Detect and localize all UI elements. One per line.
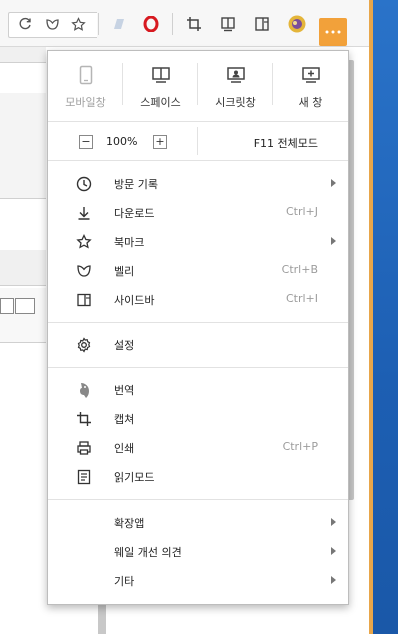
menu-item-more[interactable]: 기타	[48, 568, 348, 594]
page-bar	[0, 250, 46, 286]
divider	[48, 322, 348, 323]
menu-item-label: 캡쳐	[114, 413, 135, 426]
secret-window-button[interactable]: 시크릿창	[198, 51, 273, 119]
gear-icon	[75, 336, 93, 354]
shortcut-label: Ctrl+J	[285, 205, 318, 218]
clock-icon	[75, 175, 93, 193]
shortcut-label: Ctrl+I	[285, 292, 318, 305]
menu-item-reading-mode[interactable]: 읽기모드	[48, 464, 348, 490]
valley-add-icon[interactable]	[43, 15, 61, 33]
zoom-level: 100%	[106, 135, 138, 148]
menu-item-label: 확장앱	[114, 517, 145, 530]
translate-icon	[75, 381, 93, 399]
menu-item-label: 사이드바	[114, 294, 155, 307]
secret-window-icon	[225, 64, 247, 86]
mobile-window-button[interactable]: 모바일창	[48, 51, 123, 119]
submenu-arrow-icon	[331, 547, 336, 555]
divider	[48, 367, 348, 368]
shortcut-label: Ctrl+B	[281, 263, 318, 276]
menu-item-translate[interactable]: 번역	[48, 377, 348, 403]
main-menu: 모바일창 스페이스 시크릿창 새 창 − 100% + F11 전체모드 방문 …	[47, 50, 349, 605]
extension-icon[interactable]	[110, 15, 128, 33]
star-icon	[75, 233, 93, 251]
secret-window-label: 시크릿창	[215, 96, 256, 109]
submenu-arrow-icon	[331, 237, 336, 245]
submenu-arrow-icon	[331, 179, 336, 187]
page-panel	[0, 93, 46, 199]
menu-item-label: 기타	[114, 575, 135, 588]
divider	[272, 63, 273, 105]
crop-icon[interactable]	[185, 15, 203, 33]
reading-mode-icon	[75, 468, 93, 486]
zoom-in-button[interactable]: +	[153, 135, 167, 149]
new-window-button[interactable]: 새 창	[273, 51, 348, 119]
outdent-icon[interactable]	[15, 298, 35, 314]
reload-icon[interactable]	[16, 15, 34, 33]
page-scrollbar[interactable]	[98, 600, 106, 634]
quick-actions: 모바일창 스페이스 시크릿창 새 창	[48, 51, 348, 119]
print-icon	[75, 439, 93, 457]
menu-item-label: 북마크	[114, 236, 145, 249]
toolbar-divider	[98, 13, 99, 35]
capture-icon	[75, 410, 93, 428]
desktop-background	[369, 0, 398, 634]
toolbar-divider	[172, 13, 173, 35]
menu-item-label: 다운로드	[114, 207, 155, 220]
zoom-out-button[interactable]: −	[79, 135, 93, 149]
menu-item-valley[interactable]: 벨리 Ctrl+B	[48, 258, 348, 284]
shortcut-label: Ctrl+P	[282, 440, 318, 453]
divider	[48, 160, 348, 161]
space-icon	[150, 64, 172, 86]
menu-item-extensions[interactable]: 확장앱	[48, 510, 348, 536]
menu-item-bookmarks[interactable]: 북마크	[48, 229, 348, 255]
divider	[197, 63, 198, 105]
valley-icon	[75, 262, 93, 280]
window-border	[369, 0, 373, 634]
menu-item-sidebar[interactable]: 사이드바 Ctrl+I	[48, 287, 348, 313]
bookmark-star-icon[interactable]	[69, 15, 87, 33]
fullscreen-button[interactable]: F11 전체모드	[254, 135, 318, 151]
divider	[197, 127, 198, 155]
menu-item-label: 번역	[114, 384, 135, 397]
menu-item-label: 방문 기록	[114, 178, 158, 191]
editor-toolbar	[0, 288, 46, 343]
zoom-row: − 100% + F11 전체모드	[48, 122, 348, 160]
menu-item-label: 설정	[114, 339, 135, 352]
divider	[122, 63, 123, 105]
mobile-window-label: 모바일창	[65, 96, 106, 109]
sidebar-icon	[75, 291, 93, 309]
space-toolbar-icon[interactable]	[219, 15, 237, 33]
opera-extension-icon[interactable]	[142, 15, 160, 33]
new-window-label: 새 창	[298, 96, 323, 109]
sidebar-toolbar-icon[interactable]	[253, 15, 271, 33]
menu-item-feedback[interactable]: 웨일 개선 의견	[48, 539, 348, 565]
menu-item-label: 벨리	[114, 265, 135, 278]
more-icon	[325, 30, 341, 34]
download-icon	[75, 204, 93, 222]
divider	[48, 499, 348, 500]
space-label: 스페이스	[140, 96, 181, 109]
menu-item-print[interactable]: 인쇄 Ctrl+P	[48, 435, 348, 461]
space-button[interactable]: 스페이스	[123, 51, 198, 119]
new-window-icon	[300, 64, 322, 86]
submenu-arrow-icon	[331, 576, 336, 584]
browser-toolbar	[0, 0, 369, 47]
submenu-arrow-icon	[331, 518, 336, 526]
mobile-icon	[75, 64, 97, 86]
menu-item-downloads[interactable]: 다운로드 Ctrl+J	[48, 200, 348, 226]
page-bar	[0, 47, 46, 63]
menu-item-label: 읽기모드	[114, 471, 155, 484]
main-menu-button[interactable]	[319, 18, 347, 46]
menu-item-history[interactable]: 방문 기록	[48, 171, 348, 197]
avatar[interactable]	[288, 15, 306, 33]
menu-item-settings[interactable]: 설정	[48, 332, 348, 358]
menu-item-label: 웨일 개선 의견	[114, 546, 182, 559]
menu-item-label: 인쇄	[114, 442, 135, 455]
indent-icon[interactable]	[0, 298, 14, 314]
menu-item-capture[interactable]: 캡쳐	[48, 406, 348, 432]
